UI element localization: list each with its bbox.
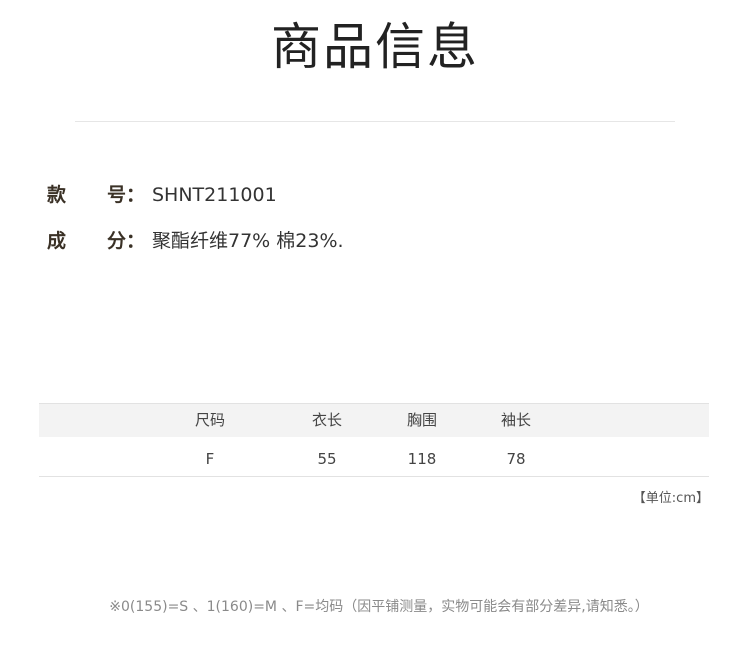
spec-label-second-char: 号： [107, 184, 146, 206]
spec-value-composition: 聚酯纤维77% 棉23%. [152, 230, 344, 252]
table-row: F 55 118 78 [39, 437, 709, 477]
size-footnote: ※0(155)=S 、1(160)=M 、F=均码（因平铺测量，实物可能会有部分… [109, 599, 649, 615]
size-table-cell: 118 [407, 450, 437, 468]
spec-label-first-char: 款 [47, 184, 67, 206]
spec-label-first-char: 成 [47, 230, 67, 252]
spec-row-style-number: 款 号： SHNT211001 [0, 182, 750, 208]
spec-row-composition: 成 分： 聚酯纤维77% 棉23%. [0, 228, 750, 254]
size-table-header: 尺码 衣长 胸围 袖长 [39, 403, 709, 437]
size-table-cell: 78 [506, 450, 526, 468]
spec-label-second-char: 分： [107, 230, 146, 252]
size-table-header-cell: 尺码 [194, 411, 225, 429]
spec-value-style-number: SHNT211001 [152, 184, 277, 206]
size-table-header-cell: 衣长 [311, 411, 342, 429]
size-unit-label: 【单位:cm】 [632, 491, 709, 506]
size-table-header-cell: 胸围 [406, 411, 437, 429]
size-table-cell: F [205, 450, 215, 468]
title-divider [75, 121, 675, 122]
size-table-header-cell: 袖长 [500, 411, 531, 429]
page-title: 商品信息 [271, 18, 479, 76]
size-table-cell: 55 [317, 450, 337, 468]
